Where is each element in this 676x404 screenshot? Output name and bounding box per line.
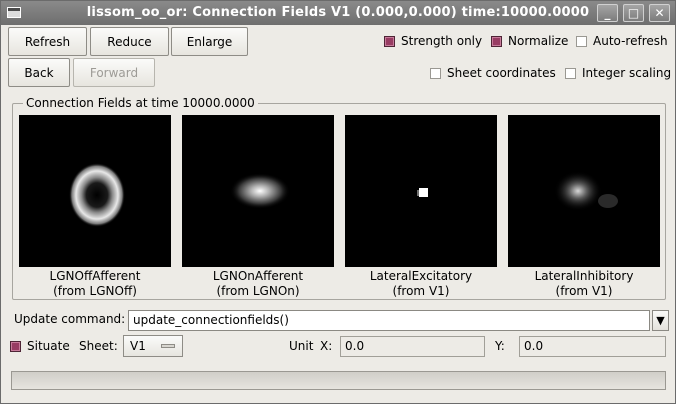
unit-x-field[interactable]: 0.0 — [340, 336, 485, 357]
integer-scaling-checkbox[interactable]: Integer scaling — [565, 65, 671, 81]
situate-label: Situate — [27, 339, 70, 353]
normalize-check-icon — [491, 35, 502, 47]
refresh-button[interactable]: Refresh — [8, 27, 87, 56]
sheet-coordinates-checkbox[interactable]: Sheet coordinates — [430, 65, 556, 81]
projection-source: (from V1) — [392, 284, 450, 298]
projection-name: LateralInhibitory — [534, 269, 634, 283]
ring-icon — [69, 163, 125, 227]
sheet-selected-value: V1 — [130, 339, 146, 353]
progress-bar — [11, 371, 666, 390]
projection-name: LGNOffAfferent — [49, 269, 141, 283]
unit-y-field[interactable]: 0.0 — [519, 336, 666, 357]
window-title: lissom_oo_or: Connection Fields V1 (0.00… — [86, 5, 590, 20]
normalize-checkbox[interactable]: Normalize — [491, 33, 568, 49]
back-button[interactable]: Back — [8, 58, 70, 87]
lgnon-afferent-plot[interactable] — [182, 115, 334, 267]
chevron-down-icon: ▼ — [656, 314, 665, 327]
projection-source: (from V1) — [555, 284, 613, 298]
close-button[interactable]: ✕ — [649, 4, 670, 22]
update-command-input[interactable]: update_connectionfields() — [128, 310, 650, 331]
projection-source: (from LGNOff) — [53, 284, 137, 298]
unit-y-label: Y: — [495, 339, 505, 353]
projection-name: LateralExcitatory — [369, 269, 473, 283]
faint-blob-icon — [554, 171, 618, 211]
connection-fields-window: lissom_oo_or: Connection Fields V1 (0.00… — [0, 0, 676, 404]
sheet-label: Sheet: — [79, 339, 118, 353]
situate-checkbox[interactable]: Situate — [10, 338, 70, 354]
reduce-button[interactable]: Reduce — [90, 27, 169, 56]
lateral-inhibitory-caption: LateralInhibitory (from V1) — [508, 269, 660, 299]
projection-name: LGNOnAfferent — [212, 269, 304, 283]
lateral-inhibitory-plot[interactable] — [508, 115, 660, 267]
projection-source: (from LGNOn) — [216, 284, 300, 298]
minimize-button[interactable]: _ — [597, 4, 618, 22]
lgnoff-afferent-plot[interactable] — [19, 115, 171, 267]
situate-check-icon — [10, 340, 21, 352]
option-menu-indicator-icon — [161, 344, 175, 348]
connection-fields-group-label: Connection Fields at time 10000.0000 — [23, 96, 258, 110]
strength-only-label: Strength only — [401, 34, 483, 48]
integer-scaling-check-icon — [565, 67, 576, 79]
normalize-label: Normalize — [508, 34, 569, 48]
integer-scaling-label: Integer scaling — [582, 66, 672, 80]
auto-refresh-checkbox[interactable]: Auto-refresh — [576, 33, 668, 49]
lgnoff-afferent-caption: LGNOffAfferent (from LGNOff) — [19, 269, 171, 299]
strength-only-checkbox[interactable]: Strength only — [384, 33, 482, 49]
strength-only-check-icon — [384, 35, 395, 47]
unit-label: Unit — [289, 339, 314, 353]
auto-refresh-label: Auto-refresh — [593, 34, 668, 48]
auto-refresh-check-icon — [576, 35, 587, 47]
update-command-label: Update command: — [14, 312, 126, 326]
blob-icon — [230, 173, 290, 209]
sheet-coordinates-check-icon — [430, 67, 441, 79]
maximize-button[interactable]: □ — [623, 4, 644, 22]
sheet-selector[interactable]: V1 — [123, 335, 183, 357]
unit-x-label: X: — [320, 339, 333, 353]
lateral-excitatory-caption: LateralExcitatory (from V1) — [345, 269, 497, 299]
lgnon-afferent-caption: LGNOnAfferent (from LGNOn) — [182, 269, 334, 299]
lateral-excitatory-plot[interactable] — [345, 115, 497, 267]
update-command-dropdown-button[interactable]: ▼ — [652, 310, 669, 331]
title-bar[interactable]: lissom_oo_or: Connection Fields V1 (0.00… — [1, 1, 675, 25]
dot-icon — [417, 188, 428, 197]
enlarge-button[interactable]: Enlarge — [171, 27, 248, 56]
forward-button[interactable]: Forward — [73, 58, 155, 87]
sheet-coordinates-label: Sheet coordinates — [447, 66, 556, 80]
